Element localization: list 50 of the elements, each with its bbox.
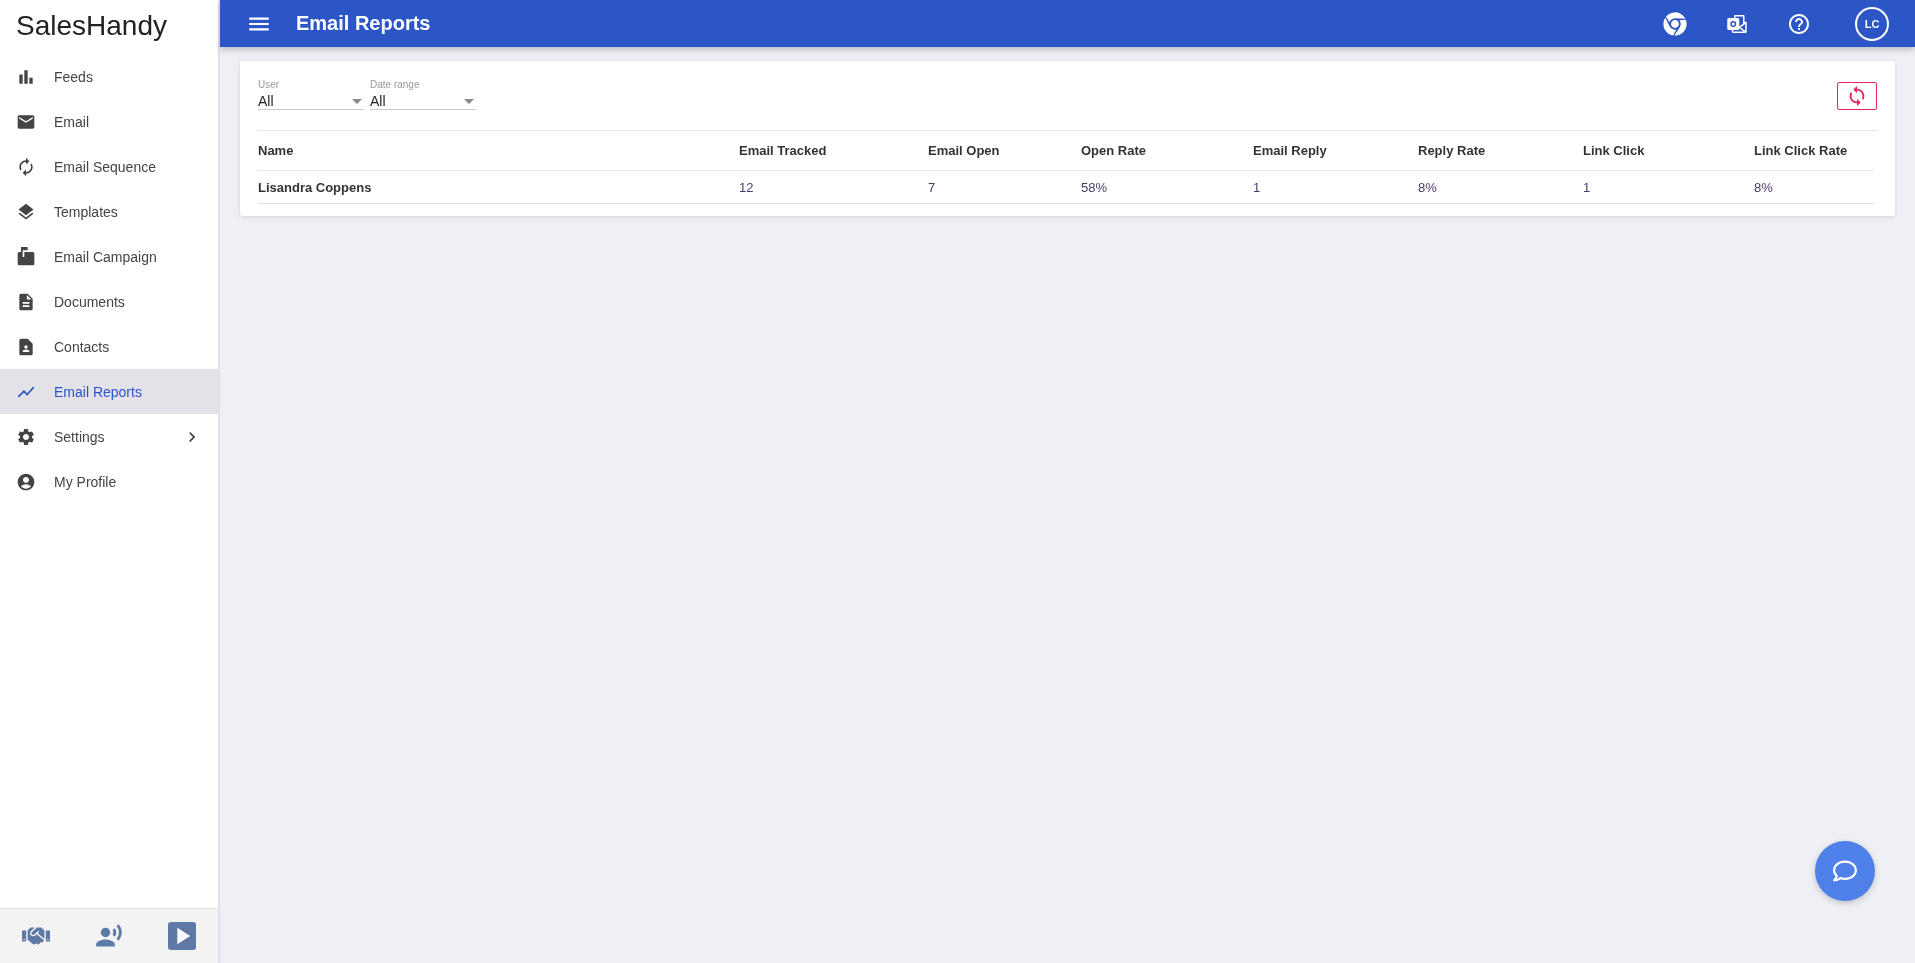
column-header: Email Open — [928, 131, 1081, 171]
inbox-icon — [16, 246, 36, 267]
column-header: Link Click — [1583, 131, 1754, 171]
chat-bubble-icon — [1833, 859, 1857, 883]
table-cell: 1 — [1253, 171, 1418, 204]
sidebar-item[interactable]: Templates — [0, 189, 218, 234]
document-icon — [16, 291, 36, 312]
table-cell: 1 — [1583, 171, 1754, 204]
column-header: Email Reply — [1253, 131, 1418, 171]
sidebar-item[interactable]: Email — [0, 99, 218, 144]
sidebar-item[interactable]: Email Sequence — [0, 144, 218, 189]
settings-icon — [16, 426, 36, 447]
sidebar-item[interactable]: Settings — [0, 414, 218, 459]
table-cell: 12 — [739, 171, 928, 204]
table-cell: Lisandra Coppens — [258, 171, 739, 204]
refresh-icon — [16, 156, 36, 177]
sidebar-item[interactable]: Email Reports — [0, 369, 218, 414]
dropdown-caret-icon — [352, 98, 362, 104]
user-avatar[interactable]: LC — [1855, 6, 1889, 41]
column-header: Name — [258, 131, 739, 171]
table-cell: 8% — [1754, 171, 1874, 204]
help-icon[interactable] — [1787, 11, 1811, 36]
contact-card-icon — [16, 336, 36, 357]
column-header: Open Rate — [1081, 131, 1253, 171]
filter-value: All — [370, 93, 386, 109]
filter-select[interactable]: User All — [258, 79, 364, 110]
dropdown-caret-icon — [464, 98, 474, 104]
layers-icon — [16, 201, 36, 222]
chrome-icon[interactable] — [1663, 11, 1687, 36]
column-header: Reply Rate — [1418, 131, 1583, 171]
chat-button[interactable] — [1815, 841, 1875, 901]
filter-select[interactable]: Date range All — [370, 79, 476, 110]
filter-label: User — [258, 79, 281, 90]
sidebar-item[interactable]: Contacts — [0, 324, 218, 369]
filter-label: Date range — [370, 79, 421, 90]
column-header: Email Tracked — [739, 131, 928, 171]
table-cell: 58% — [1081, 171, 1253, 204]
column-header: Link Click Rate — [1754, 131, 1874, 171]
sidebar-item[interactable]: Documents — [0, 279, 218, 324]
sidebar-item[interactable]: Feeds — [0, 54, 218, 99]
page-title: Email Reports — [296, 12, 432, 35]
sidebar-item[interactable]: Email Campaign — [0, 234, 218, 279]
play-icon[interactable] — [167, 922, 196, 950]
filter-value: All — [258, 93, 274, 109]
sidebar-item[interactable]: My Profile — [0, 459, 218, 504]
refresh-button[interactable] — [1837, 82, 1877, 110]
speaker-icon[interactable] — [95, 922, 123, 950]
logo: SalesHandy — [15, 9, 168, 43]
table-cell: 7 — [928, 171, 1081, 204]
table-cell: 8% — [1418, 171, 1583, 204]
